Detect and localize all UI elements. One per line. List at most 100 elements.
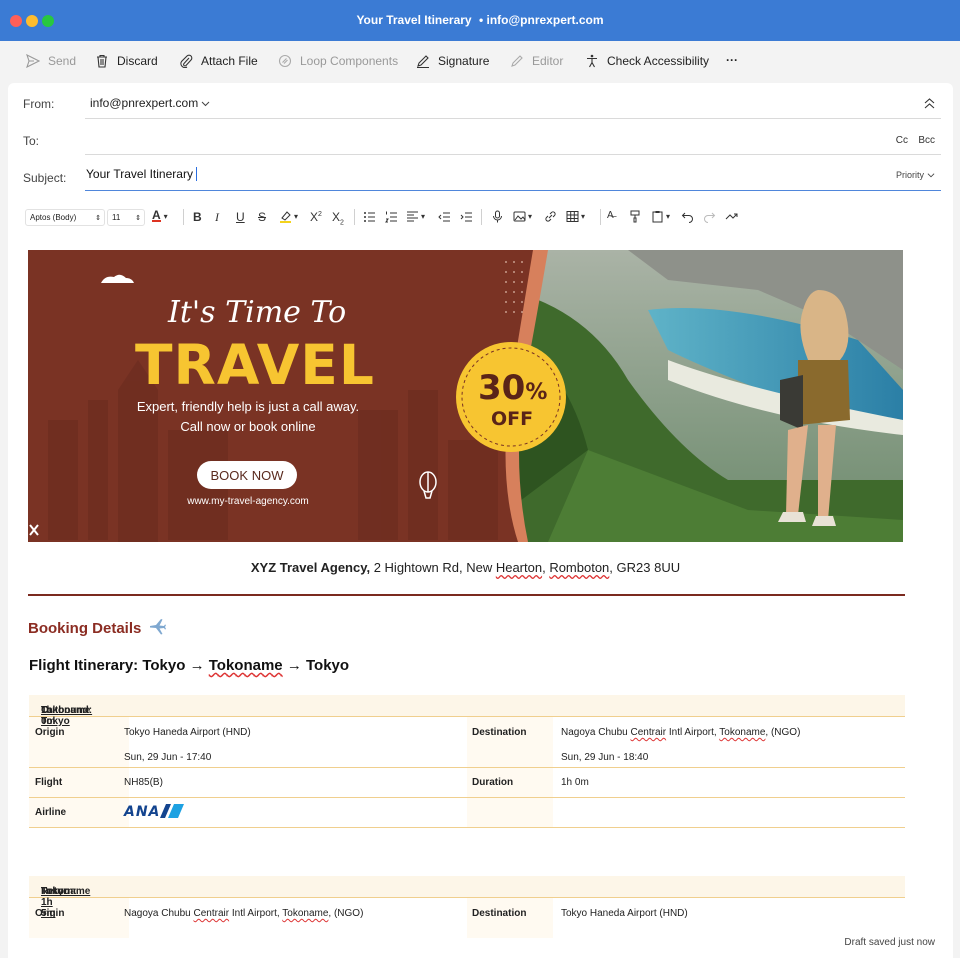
pen-signature-icon xyxy=(417,55,429,68)
dictate-button[interactable] xyxy=(491,210,504,223)
microphone-icon xyxy=(493,210,502,223)
agency-town: Hearton xyxy=(495,560,543,575)
promo-banner: It's Time To TRAVEL Expert, friendly hel… xyxy=(28,250,903,542)
itinerary-part: Tokoname xyxy=(208,657,283,674)
updown-icon: ⇕ xyxy=(135,214,141,222)
insert-picture-button[interactable]: ▾ xyxy=(513,210,532,223)
discount-percent: 30 xyxy=(478,368,526,408)
updown-icon: ⇕ xyxy=(95,214,101,222)
to-row: To: Cc Bcc xyxy=(8,120,953,156)
flight-value: NH85(B) xyxy=(124,777,163,788)
origin-part: , (NGO) xyxy=(328,908,364,919)
underline-icon: U xyxy=(236,210,245,224)
bcc-button[interactable]: Bcc xyxy=(918,135,935,146)
separator xyxy=(600,209,601,225)
cc-button[interactable]: Cc xyxy=(896,135,908,146)
duration-value: 1h 0m xyxy=(561,777,589,788)
clipboard-icon xyxy=(652,211,663,223)
from-label: From: xyxy=(23,97,55,111)
attach-file-button[interactable]: Attach File xyxy=(179,54,258,68)
increase-indent-button[interactable] xyxy=(460,210,473,223)
decrease-indent-button[interactable] xyxy=(438,210,451,223)
redo-button[interactable] xyxy=(703,210,716,223)
italic-icon: I xyxy=(215,210,219,224)
from-account-dropdown[interactable]: info@pnrexpert.com xyxy=(90,96,210,110)
bold-button[interactable]: B xyxy=(193,210,202,224)
ana-stripes-icon xyxy=(160,804,185,818)
editor-button[interactable]: Editor xyxy=(510,54,563,68)
row-divider xyxy=(29,827,905,828)
agency-address: XYZ Travel Agency, 2 Hightown Rd, New He… xyxy=(28,560,903,575)
book-now-button[interactable]: BOOK NOW xyxy=(197,461,297,489)
priority-dropdown[interactable]: Priority xyxy=(896,170,935,180)
font-color-button[interactable]: A ▾ xyxy=(152,208,168,222)
format-painter-button[interactable] xyxy=(629,210,642,223)
subject-input[interactable]: Your Travel Itinerary xyxy=(86,164,786,184)
highlight-button[interactable]: ▾ xyxy=(279,210,298,223)
outdent-icon xyxy=(438,212,450,222)
row-divider xyxy=(29,797,905,798)
font-family-select[interactable]: Aptos (Body) ⇕ xyxy=(25,209,105,226)
strikethrough-button[interactable]: S xyxy=(258,210,266,224)
superscript-button[interactable]: X2 xyxy=(310,210,322,224)
collapse-header-icon[interactable] xyxy=(924,98,935,109)
origin-part: Centrair xyxy=(193,908,230,919)
discount-badge: 30% xyxy=(478,368,547,408)
origin-value: Nagoya Chubu Centrair Intl Airport, Toko… xyxy=(124,908,363,919)
agency-name: XYZ Travel Agency, xyxy=(250,560,371,575)
signature-button[interactable]: Signature xyxy=(416,54,489,68)
from-value: info@pnrexpert.com xyxy=(90,96,199,110)
styles-button[interactable]: A̶ xyxy=(607,210,614,221)
align-button[interactable]: ▾ xyxy=(406,210,425,223)
loop-components-button[interactable]: Loop Components xyxy=(278,54,398,68)
discard-label: Discard xyxy=(117,54,158,68)
check-accessibility-button[interactable]: Check Accessibility xyxy=(585,54,709,68)
numbered-list-icon xyxy=(385,211,397,223)
section-rule xyxy=(28,594,905,596)
paste-button[interactable]: ▾ xyxy=(651,210,670,223)
priority-label: Priority xyxy=(895,170,924,180)
itinerary-part: → Tokyo xyxy=(282,657,350,674)
numbering-button[interactable] xyxy=(385,210,398,223)
arrival-time: Sun, 29 Jun - 18:40 xyxy=(561,752,649,763)
destination-part: Nagoya Chubu xyxy=(561,727,631,738)
paintbrush-icon xyxy=(630,210,640,223)
more-options-button[interactable]: ··· xyxy=(726,53,738,67)
send-button[interactable]: Send xyxy=(26,54,76,68)
origin-part: Intl Airport, xyxy=(229,908,283,919)
destination-value: Nagoya Chubu Centrair Intl Airport, Toko… xyxy=(561,727,800,738)
departure-time: Sun, 29 Jun - 17:40 xyxy=(124,752,212,763)
subscript-button[interactable]: X2 xyxy=(332,210,344,226)
agency-postcode: , GR23 8UU xyxy=(609,560,681,575)
italic-button[interactable]: I xyxy=(215,210,219,225)
window-title-subject: Your Travel Itinerary xyxy=(356,13,472,27)
insert-table-button[interactable]: ▾ xyxy=(566,210,585,223)
more-formatting-button[interactable] xyxy=(725,210,738,223)
agency-addr-part: 2 Hightown Rd, New xyxy=(370,560,496,575)
separator xyxy=(481,209,482,225)
underline-button[interactable]: U xyxy=(236,210,245,224)
outbound-title-part: 1h 0m xyxy=(41,705,56,727)
editor-label: Editor xyxy=(532,54,564,68)
undo-icon xyxy=(681,212,693,223)
destination-label: Destination xyxy=(472,727,527,738)
text-caret xyxy=(195,167,197,181)
strikethrough-icon: S xyxy=(258,210,267,224)
banner-url: www.my-travel-agency.com xyxy=(187,496,309,507)
bold-icon: B xyxy=(193,210,202,224)
to-input[interactable] xyxy=(85,124,873,152)
to-label: To: xyxy=(23,134,40,148)
font-size-select[interactable]: 11 ⇕ xyxy=(107,209,145,226)
discount-percent-sign: % xyxy=(525,380,548,405)
subject-value: Your Travel Itinerary xyxy=(86,167,193,181)
more-formatting-icon xyxy=(725,213,738,220)
more-options-label: ··· xyxy=(726,53,738,67)
discard-button[interactable]: Discard xyxy=(95,54,158,68)
undo-button[interactable] xyxy=(681,210,694,223)
signature-label: Signature xyxy=(438,54,490,68)
font-color-icon: A xyxy=(152,208,161,222)
insert-link-button[interactable] xyxy=(544,210,557,223)
chevron-down-icon xyxy=(927,173,935,178)
bullets-button[interactable] xyxy=(363,210,376,223)
loop-components-label: Loop Components xyxy=(300,54,399,68)
